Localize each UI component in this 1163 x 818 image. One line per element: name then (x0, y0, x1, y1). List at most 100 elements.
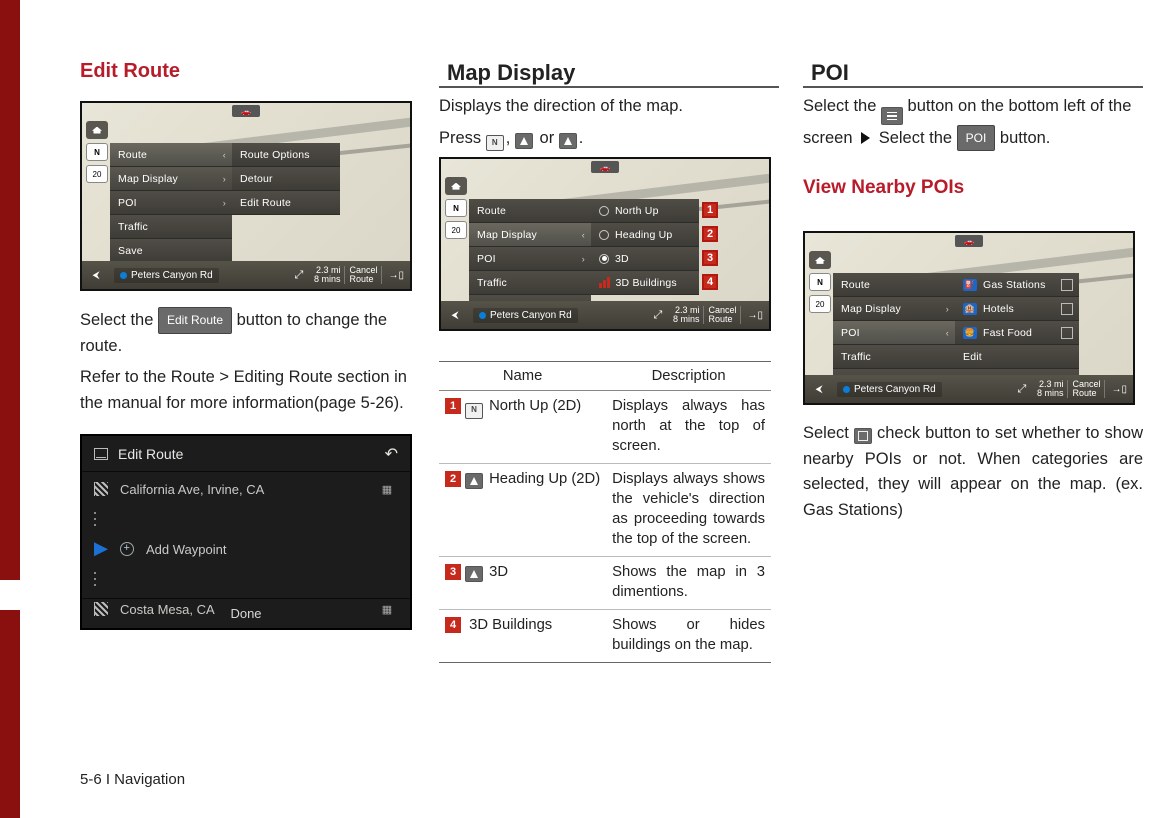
poi-gas-stations: ⛽Gas Stations (955, 273, 1079, 297)
poi-fast-food: 🍔Fast Food (955, 321, 1079, 345)
road-label: Peters Canyon Rd (837, 382, 942, 397)
food-icon: 🍔 (963, 327, 977, 339)
done-button: Done (82, 598, 410, 628)
table-row: 2 Heading Up (2D) Displays always shows … (439, 464, 771, 557)
route-add-waypoint: Add Waypoint (82, 534, 410, 564)
heading-3d-icon (465, 566, 483, 582)
map-display-desc-1: Displays the direction of the map. (439, 94, 779, 120)
poi-button-badge: POI (957, 125, 996, 152)
poi-edit: Edit (955, 345, 1079, 369)
menu-map-display: Map Display› (110, 167, 232, 191)
distance-label: 2.3 mi8 mins (310, 266, 345, 284)
submenu-3d-buildings: 3D Buildings (591, 271, 699, 295)
map-display-table: Name Description 1N North Up (2D) Displa… (439, 361, 771, 663)
zoom-icon: ⤢ (647, 309, 669, 322)
checkbox-icon (1061, 279, 1073, 291)
row-number-badge: 2 (445, 471, 461, 487)
heading-edit-route: Edit Route (80, 60, 415, 83)
heading-up-icon (465, 473, 483, 489)
row-number-badge: 1 (445, 398, 461, 414)
heading-map-display: Map Display (439, 60, 779, 88)
car-icon: 🚗 (955, 235, 983, 247)
route-dots-2 (82, 564, 410, 594)
edit-route-desc-2: Refer to the Route > Editing Route secti… (80, 365, 415, 416)
table-head-name: Name (439, 362, 606, 391)
table-row: 1N North Up (2D) Displays always has nor… (439, 391, 771, 464)
home-icon (809, 251, 831, 269)
row-number-badge: 4 (445, 617, 461, 633)
column-map-display: Map Display Displays the direction of th… (439, 60, 779, 663)
map-display-desc-2: Press N, or . (439, 126, 779, 152)
road-label: Peters Canyon Rd (114, 268, 219, 283)
north-up-icon: N (465, 403, 483, 419)
callout-marker-2: 2 (702, 226, 718, 242)
cancel-route-label: CancelRoute (1067, 380, 1105, 398)
gas-icon: ⛽ (963, 279, 977, 291)
submenu-edit-route: Edit Route (232, 191, 340, 215)
poi-hotels: 🏨Hotels (955, 297, 1079, 321)
menu-route: Route (469, 199, 591, 223)
distance-label: 2.3 mi8 mins (669, 306, 704, 324)
tray-icon: →▯ (382, 270, 410, 281)
screenshot-edit-route-menu: 🚗 N 20 Route‹ Map Display› POI› Traffic … (80, 101, 412, 291)
scale-indicator: 20 (809, 295, 831, 313)
waypoint-arrow-icon (94, 542, 108, 556)
plus-icon (120, 542, 134, 556)
edit-route-button-badge: Edit Route (158, 307, 232, 334)
compass-icon: N (86, 143, 108, 161)
edit-route-title: Edit Route (118, 446, 183, 462)
home-icon (445, 177, 467, 195)
page-accent-bar (0, 0, 20, 818)
checkbox-icon (1061, 327, 1073, 339)
checkbox-icon (1061, 303, 1073, 315)
scale-indicator: 20 (86, 165, 108, 183)
column-poi: POI Select the button on the bottom left… (803, 60, 1143, 663)
heading-3d-icon (559, 133, 577, 149)
menu-icon (881, 107, 903, 125)
menu-route: Route (833, 273, 955, 297)
submenu-heading-up: Heading Up (591, 223, 699, 247)
callout-marker-1: 1 (702, 202, 718, 218)
tray-icon: →▯ (1105, 384, 1133, 395)
menu-poi: POI› (469, 247, 591, 271)
hotel-icon: 🏨 (963, 303, 977, 315)
page-content: Edit Route 🚗 N 20 Route‹ Map Display› PO… (80, 0, 1140, 663)
screenshot-edit-route-list: Edit Route↶ California Ave, Irvine, CA▦ … (80, 434, 412, 630)
distance-label: 2.3 mi8 mins (1033, 380, 1068, 398)
table-head-desc: Description (606, 362, 771, 391)
road-label: Peters Canyon Rd (473, 308, 578, 323)
zoom-icon: ⤢ (288, 269, 310, 282)
page-footer: 5-6 I Navigation (80, 771, 185, 788)
column-edit-route: Edit Route 🚗 N 20 Route‹ Map Display› PO… (80, 60, 415, 663)
subheading-view-nearby-pois: View Nearby POIs (803, 177, 1143, 199)
cancel-route-label: CancelRoute (703, 306, 741, 324)
menu-collapse-icon: ⮜ (82, 270, 110, 281)
compass-icon: N (809, 273, 831, 291)
route-item-1: California Ave, Irvine, CA▦ (82, 474, 410, 504)
menu-collapse-icon: ⮜ (441, 310, 469, 321)
screenshot-poi: 🚗 N 20 Route Map Display› POI‹ Traffic S… (803, 231, 1135, 405)
heading-poi: POI (803, 60, 1143, 88)
submenu-route-options: Route Options (232, 143, 340, 167)
menu-map-display: Map Display‹ (469, 223, 591, 247)
edit-route-desc-1: Select the Edit Route button to change t… (80, 307, 415, 359)
callout-marker-3: 3 (702, 250, 718, 266)
route-dots (82, 504, 410, 534)
heading-up-icon (515, 133, 533, 149)
row-number-badge: 3 (445, 564, 461, 580)
zoom-icon: ⤢ (1011, 383, 1033, 396)
menu-map-display: Map Display› (833, 297, 955, 321)
menu-poi: POI› (110, 191, 232, 215)
submenu-north-up: North Up (591, 199, 699, 223)
submenu-detour: Detour (232, 167, 340, 191)
cancel-route-label: CancelRoute (344, 266, 382, 284)
poi-desc-2: Select check button to set whether to sh… (803, 421, 1143, 523)
menu-collapse-icon: ⮜ (805, 384, 833, 395)
table-row: 4 3D Buildings Shows or hides buildings … (439, 609, 771, 662)
submenu-3d: 3D (591, 247, 699, 271)
menu-save: Save (110, 239, 232, 263)
scale-indicator: 20 (445, 221, 467, 239)
car-icon: 🚗 (591, 161, 619, 173)
checkbox-icon (854, 428, 872, 444)
grid-icon: ▦ (378, 482, 396, 496)
